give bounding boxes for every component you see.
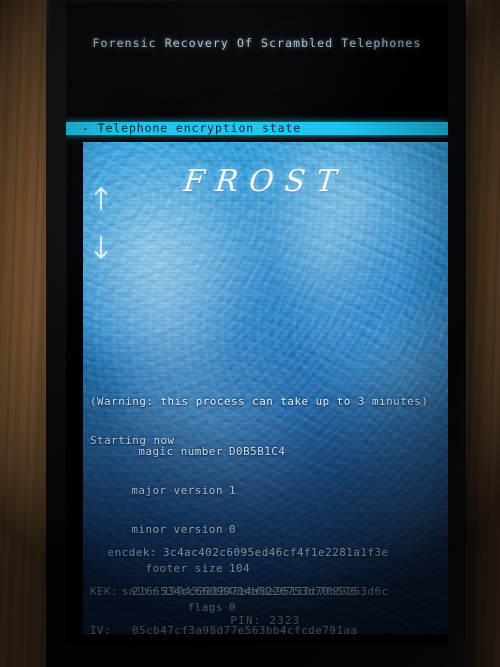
header-value: D0B5B1C4	[229, 445, 286, 458]
blob-label: encdek:	[107, 546, 157, 559]
menu-item-label: Telephone encryption state	[97, 120, 302, 135]
frost-splash-panel: FROST (Warning: this process can take up…	[83, 142, 448, 634]
key-label: KEK:	[90, 585, 119, 598]
warning-text: (Warning: this process can take up to 3 …	[90, 395, 429, 408]
bullet-dash: -	[82, 120, 90, 135]
header-value: 1	[229, 484, 237, 497]
pin-result: PIN: 2323	[230, 614, 301, 627]
phone-screen: Forensic Recovery Of Scrambled Telephone…	[66, 2, 448, 644]
header-label: magic number	[138, 445, 223, 458]
header-label: major version	[131, 484, 223, 497]
recovery-output: (Warning: this process can take up to 3 …	[83, 142, 448, 634]
blob-row: encdek: 3c4ac402c6095ed46cf4f1e2281a1f3e	[83, 546, 448, 559]
smartphone-device: Forensic Recovery Of Scrambled Telephone…	[46, 0, 466, 667]
key-value: 2166534cc66099714a8226753d70b576	[132, 585, 358, 598]
header-row: major version 1	[83, 484, 343, 497]
key-row: KEK: 2166534cc66099714a8226753d70b576	[90, 585, 358, 598]
photo-scene: Forensic Recovery Of Scrambled Telephone…	[0, 0, 500, 667]
header-row: magic number D0B5B1C4	[83, 445, 343, 458]
blob-value: 3c4ac402c6095ed46cf4f1e2281a1f3e	[163, 546, 389, 559]
recovery-console: Forensic Recovery Of Scrambled Telephone…	[66, 2, 448, 409]
menu-item-telephone-encryption-state[interactable]: - Telephone encryption state	[66, 120, 448, 135]
page-title: Forensic Recovery Of Scrambled Telephone…	[92, 36, 422, 51]
